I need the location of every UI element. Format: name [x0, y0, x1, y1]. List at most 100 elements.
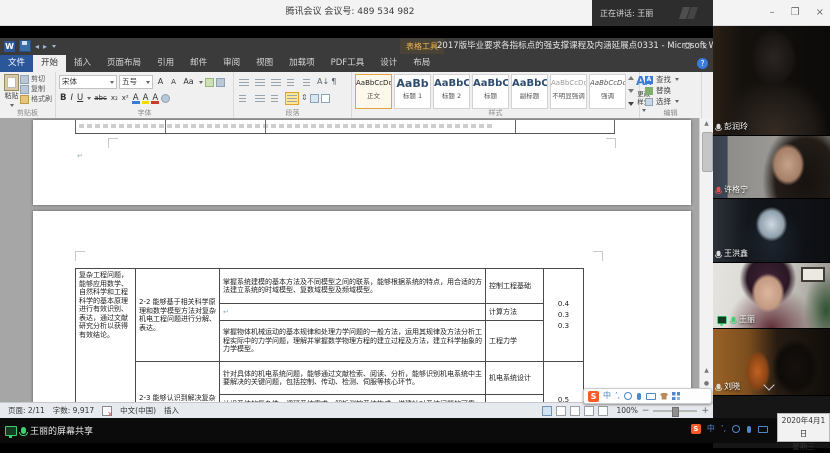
enclose-characters-icon[interactable] — [161, 93, 171, 103]
course-cell[interactable]: 计算方法 — [485, 303, 544, 321]
input-mode-chinese[interactable]: 中 — [603, 390, 611, 402]
phonetic-guide-icon[interactable] — [205, 77, 214, 87]
style-normal[interactable]: AaBbCcDd 正文 — [355, 74, 392, 109]
replace-button[interactable]: 替换 — [645, 85, 698, 96]
language-indicator[interactable]: 中文(中国) — [120, 405, 156, 416]
copy-button[interactable]: 复制 — [20, 85, 52, 94]
draft-view-icon[interactable] — [598, 405, 609, 416]
decrease-indent-icon[interactable] — [285, 75, 299, 89]
video-tile[interactable]: 刘晓 — [713, 329, 830, 396]
indicator-2-3-cell[interactable]: 2-3 能够认识到解决复杂机电工程问题有多种方案可选择，能通过文献研究寻求可替代… — [135, 361, 220, 403]
style-subtle-emphasis[interactable]: AaBbCcDd 不明显强调 — [550, 74, 587, 109]
tab-mailings[interactable]: 邮件 — [182, 55, 215, 72]
tab-design[interactable]: 设计 — [372, 55, 405, 72]
tab-review[interactable]: 审阅 — [215, 55, 248, 72]
gallery-down-icon[interactable] — [628, 89, 634, 93]
gallery-more-icon[interactable] — [628, 102, 634, 106]
style-heading2[interactable]: AaBbC 标题 2 — [433, 74, 470, 109]
paste-button[interactable]: 粘贴 — [3, 74, 20, 108]
cut-button[interactable]: 剪切 — [20, 75, 52, 84]
zoom-slider-knob[interactable] — [672, 406, 680, 417]
show-marks-icon[interactable]: ¶ — [331, 76, 336, 88]
bullets-icon[interactable] — [237, 75, 251, 89]
increase-indent-icon[interactable] — [301, 75, 315, 89]
emoji-icon[interactable] — [624, 392, 633, 400]
tab-addins[interactable]: 加载项 — [281, 55, 323, 72]
change-case-icon[interactable]: Aa — [181, 75, 196, 89]
requirement-cell[interactable]: ↵ — [219, 303, 486, 321]
weights-cell[interactable]: 0.4 0.3 0.3 — [543, 268, 584, 362]
text-effects-icon[interactable]: A — [131, 92, 140, 104]
tray-input-mode[interactable]: 中 — [707, 423, 715, 435]
font-size-combo[interactable]: 五号 — [119, 75, 153, 89]
superscript-button[interactable]: x² — [121, 91, 130, 105]
insert-mode[interactable]: 插入 — [164, 405, 179, 416]
zoom-slider[interactable] — [653, 406, 698, 417]
bold-button[interactable]: B — [59, 91, 67, 105]
gallery-up-icon[interactable] — [628, 76, 634, 80]
format-painter-button[interactable]: 格式刷 — [20, 95, 52, 104]
align-right-icon[interactable] — [269, 91, 283, 105]
web-layout-view-icon[interactable] — [570, 405, 581, 416]
requirement-cell[interactable]: 掌握物体机械运动的基本规律和处理力学问题的一般方法，运用其规律及方法分析工程实际… — [219, 320, 486, 362]
align-left-icon[interactable] — [237, 91, 251, 105]
highlight-color-icon[interactable]: A — [141, 92, 150, 104]
undo-icon[interactable]: ◂ — [35, 41, 39, 52]
zoom-level[interactable]: 100% — [616, 406, 637, 415]
tab-pdf-tools[interactable]: PDF工具 — [323, 55, 373, 72]
find-button[interactable]: A 查找 — [645, 74, 698, 85]
numbering-icon[interactable] — [253, 75, 267, 89]
scrollbar-thumb[interactable] — [702, 132, 713, 172]
tab-file[interactable]: 文件 — [0, 55, 34, 72]
zoom-out-icon[interactable]: − — [642, 406, 650, 416]
tray-voice-icon[interactable] — [747, 425, 751, 433]
sort-icon[interactable]: A↓ — [317, 76, 329, 88]
fullscreen-view-icon[interactable] — [556, 405, 567, 416]
close-button[interactable]: × — [816, 7, 824, 18]
tab-layout[interactable]: 布局 — [405, 55, 438, 72]
style-heading1[interactable]: AaBb 标题 1 — [394, 74, 431, 109]
style-subtitle[interactable]: AaBbC 副标题 — [511, 74, 548, 109]
word-app-icon[interactable]: W — [4, 40, 15, 52]
microphone-icon[interactable] — [19, 427, 28, 436]
zoom-in-icon[interactable]: + — [701, 406, 709, 416]
vertical-scrollbar[interactable]: ▲ ▲ ● ▼ — [699, 118, 713, 403]
help-icon[interactable]: ? — [697, 58, 708, 69]
collapse-chevron-icon[interactable] — [763, 379, 775, 391]
word-count[interactable]: 字数: 9,917 — [53, 405, 94, 416]
outline-view-icon[interactable] — [584, 405, 595, 416]
style-title[interactable]: AaBbC 标题 — [472, 74, 509, 109]
attribute-cell[interactable]: 复杂工程问题，能够应用数学、自然科学和工程科学的基本原理进行有效识别、表达，通过… — [75, 268, 136, 403]
weights-cell[interactable]: 0.5 0.3 0.2 — [543, 361, 584, 403]
multilevel-list-icon[interactable] — [269, 75, 283, 89]
italic-button[interactable]: I — [69, 91, 74, 105]
redo-icon[interactable]: ▸ — [43, 41, 47, 52]
video-tile[interactable]: 王丽 — [713, 263, 830, 329]
previous-page-icon[interactable]: ▲ — [700, 365, 713, 377]
styles-gallery-scroll[interactable] — [628, 74, 634, 108]
toolbox-icon[interactable] — [672, 392, 681, 400]
underline-button[interactable]: U — [76, 91, 84, 105]
line-spacing-icon[interactable]: ⇕ — [301, 92, 308, 104]
word-minimize-button[interactable]: – — [670, 42, 674, 51]
tab-view[interactable]: 视图 — [248, 55, 281, 72]
grow-font-icon[interactable]: A — [155, 75, 166, 89]
minimize-button[interactable]: – — [770, 7, 775, 18]
character-border-icon[interactable] — [216, 77, 225, 87]
requirements-table[interactable]: 复杂工程问题，能够应用数学、自然科学和工程科学的基本原理进行有效识别、表达，通过… — [75, 268, 584, 403]
qat-dropdown-icon[interactable] — [52, 44, 57, 48]
shrink-font-icon[interactable]: A — [168, 75, 179, 89]
taskbar-clock[interactable]: 2020年4月1日 星期三 — [777, 413, 830, 451]
tab-page-layout[interactable]: 页面布局 — [99, 55, 149, 72]
font-name-combo[interactable]: 宋体 — [59, 75, 117, 89]
strikethrough-button[interactable]: abc — [93, 91, 108, 105]
punctuation-icon[interactable]: ’, — [615, 390, 620, 402]
print-layout-view-icon[interactable] — [542, 405, 553, 416]
word-restore-button[interactable]: ❐ — [684, 42, 691, 51]
sogou-tray-icon[interactable]: S — [690, 424, 701, 434]
skin-icon[interactable] — [660, 392, 669, 400]
course-cell[interactable]: 控制工程基础 — [485, 268, 544, 304]
proofing-icon[interactable] — [102, 405, 113, 418]
sogou-logo-icon[interactable]: S — [588, 390, 599, 402]
tab-home[interactable]: 开始 — [33, 55, 67, 72]
